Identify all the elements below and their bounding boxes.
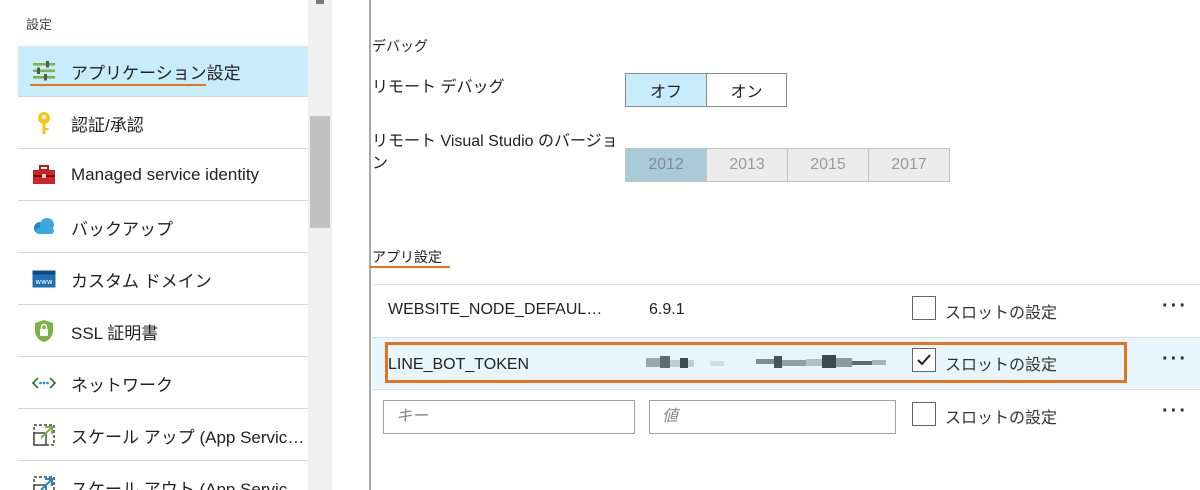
sidebar-item-label: SSL 証明書 (71, 323, 159, 343)
settings-sidebar: 設定 アプリケーション設定 認証/承認 Managed service iden… (0, 0, 332, 490)
section-underline (370, 266, 450, 268)
more-options-icon[interactable]: ··· (1162, 400, 1188, 423)
panel-divider (369, 0, 371, 490)
sidebar-item-application-settings[interactable]: アプリケーション設定 (18, 46, 308, 97)
network-icon (31, 370, 57, 396)
setting-value[interactable]: 6.9.1 (649, 301, 685, 319)
sidebar-heading: 設定 (26, 17, 53, 32)
slot-setting-label: スロットの設定 (945, 410, 1058, 427)
setting-name[interactable]: WEBSITE_NODE_DEFAUL… (388, 301, 602, 319)
sidebar-item-authentication[interactable]: 認証/承認 (18, 98, 308, 149)
toolbox-icon (31, 162, 57, 188)
sidebar-scrollbar[interactable] (308, 0, 332, 490)
sidebar-item-label: バックアップ (71, 219, 173, 239)
sidebar-item-label: 認証/承認 (71, 115, 144, 135)
active-item-highlight (30, 84, 206, 86)
app-settings-section-title: アプリ設定 (372, 249, 442, 265)
vs-version-2015-button[interactable]: 2015 (787, 148, 869, 182)
www-domain-icon: www (31, 266, 57, 292)
sidebar-item-backup[interactable]: バックアップ (18, 202, 308, 253)
slot-setting-label: スロットの設定 (945, 305, 1058, 322)
sidebar-item-scale-out[interactable]: スケール アウト (App Service プラン) (18, 462, 308, 490)
sidebar-item-label: スケール アップ (App Service プラン) (71, 427, 307, 447)
sidebar-item-label: スケール アウト (App Service プラン) (71, 479, 307, 490)
vs-version-2013-button[interactable]: 2013 (706, 148, 788, 182)
remote-debug-label: リモート デバッグ (372, 79, 505, 96)
sidebar-item-label: ネットワーク (71, 375, 173, 395)
scroll-up-arrow-icon[interactable] (316, 0, 324, 4)
more-options-icon[interactable]: ··· (1162, 295, 1188, 318)
vs-version-2017-button[interactable]: 2017 (868, 148, 950, 182)
scrollbar-thumb[interactable] (310, 116, 330, 228)
sidebar-item-custom-domain[interactable]: www カスタム ドメイン (18, 254, 308, 305)
svg-text:www: www (35, 278, 52, 286)
sidebar-item-managed-identity[interactable]: Managed service identity (18, 150, 308, 201)
cloud-backup-icon (31, 214, 57, 240)
app-settings-icon (31, 58, 57, 84)
remote-debug-on-button[interactable]: オン (706, 73, 787, 107)
slot-setting-checkbox[interactable] (912, 296, 936, 320)
sidebar-item-scale-up[interactable]: スケール アップ (App Service プラン) (18, 410, 308, 461)
sidebar-item-label: Managed service identity (71, 165, 260, 184)
highlight-callout-box (385, 342, 1127, 383)
sidebar-item-label: アプリケーション設定 (71, 63, 241, 83)
key-icon (31, 110, 57, 136)
sidebar-item-ssl[interactable]: SSL 証明書 (18, 306, 308, 357)
sidebar-item-network[interactable]: ネットワーク (18, 358, 308, 409)
vs-version-selector: 2012 2013 2015 2017 (625, 148, 950, 182)
sidebar-item-label: カスタム ドメイン (71, 271, 212, 291)
new-key-input[interactable] (383, 400, 635, 434)
debug-section-title: デバッグ (372, 38, 428, 54)
shield-lock-icon (31, 318, 57, 344)
remote-debug-toggle: オフ オン (625, 73, 787, 107)
app-setting-row: WEBSITE_NODE_DEFAUL… 6.9.1 スロットの設定 ··· (372, 285, 1200, 335)
vs-version-2012-button[interactable]: 2012 (625, 148, 707, 182)
new-slot-setting-checkbox[interactable] (912, 402, 936, 426)
scale-up-icon (31, 422, 57, 448)
remote-debug-off-button[interactable]: オフ (625, 73, 707, 107)
more-options-icon[interactable]: ··· (1162, 348, 1188, 371)
vs-version-label: リモート Visual Studio のバージョン (372, 133, 618, 172)
row-divider (372, 389, 1200, 390)
new-value-input[interactable] (649, 400, 896, 434)
scale-out-icon (31, 474, 57, 490)
